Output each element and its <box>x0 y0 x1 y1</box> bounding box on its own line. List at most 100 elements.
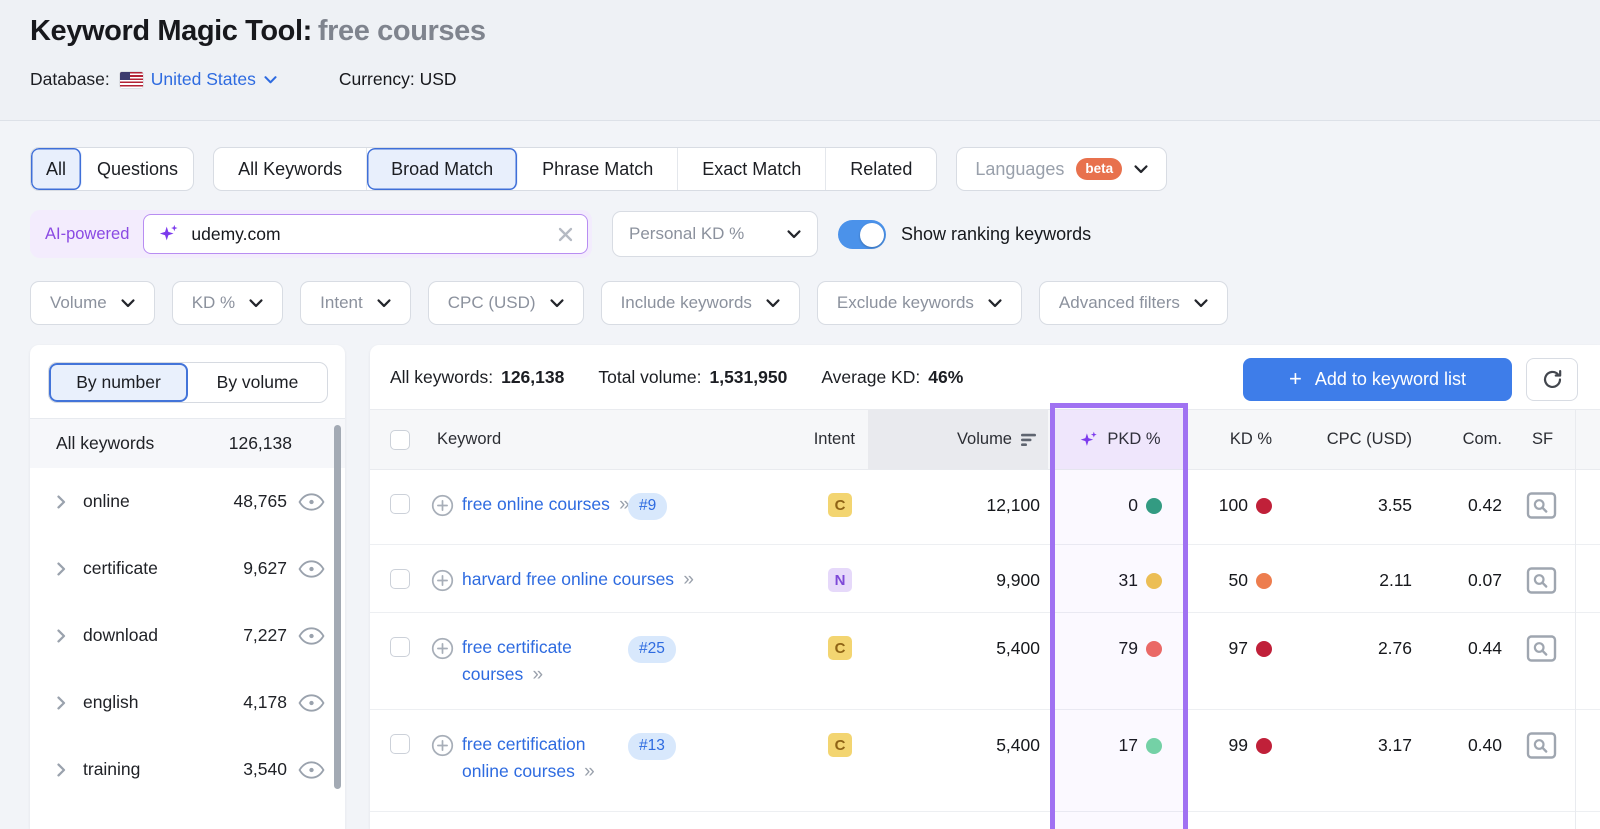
chevron-right-icon[interactable] <box>57 763 66 777</box>
match-type-tabs-row: AllQuestions All KeywordsBroad MatchPhra… <box>30 147 1167 191</box>
keyword-groups-list: online48,765certificate9,627download7,22… <box>30 468 345 803</box>
chevron-right-icon[interactable] <box>57 629 66 643</box>
chevron-right-icon[interactable] <box>57 562 66 576</box>
add-button-label: Add to keyword list <box>1315 369 1466 390</box>
row-checkbox[interactable] <box>390 569 410 589</box>
row-checkbox[interactable] <box>390 734 410 754</box>
expand-keyword-icon[interactable]: » <box>527 664 543 685</box>
keyword-group-english[interactable]: english4,178 <box>30 669 345 736</box>
add-keyword-button[interactable] <box>431 569 454 592</box>
ranking-position-badge[interactable]: #13 <box>628 733 676 760</box>
sidebar-sort-tabs: By numberBy volume <box>48 362 328 403</box>
filter-intent[interactable]: Intent <box>300 281 411 325</box>
add-keyword-button[interactable] <box>431 637 454 660</box>
tab-phrase-match[interactable]: Phrase Match <box>518 148 678 190</box>
sparkle-icon <box>1079 430 1099 450</box>
table-header: Keyword Intent Volume PKD % KD % CPC (US… <box>370 409 1600 470</box>
filter-kd[interactable]: KD % <box>172 281 283 325</box>
chevron-down-icon <box>249 299 263 308</box>
expand-keyword-icon[interactable]: » <box>579 761 595 782</box>
keyword-group-training[interactable]: training3,540 <box>30 736 345 803</box>
eye-icon[interactable] <box>298 560 325 578</box>
search-input[interactable]: udemy.com <box>143 214 588 254</box>
intent-badge-commercial: C <box>828 636 852 660</box>
col-com[interactable]: Com. <box>1402 430 1502 449</box>
serp-features-button[interactable] <box>1526 731 1557 760</box>
group-count: 9,627 <box>243 558 287 579</box>
eye-icon[interactable] <box>298 627 325 645</box>
table-row: free certificationonline courses »#13C5,… <box>370 710 1600 812</box>
tab-exact-match[interactable]: Exact Match <box>678 148 826 190</box>
chevron-right-icon[interactable] <box>57 495 66 509</box>
eye-icon[interactable] <box>298 761 325 779</box>
intent-badge-navigational: N <box>828 568 852 592</box>
sidebar-tab-by-number[interactable]: By number <box>49 363 188 402</box>
group-label: training <box>83 759 243 780</box>
col-cpc[interactable]: CPC (USD) <box>1290 430 1412 449</box>
col-pkd[interactable]: PKD % <box>1052 410 1188 469</box>
kd-difficulty-dot <box>1256 738 1272 754</box>
chevron-right-icon[interactable] <box>57 696 66 710</box>
sidebar-tab-by-volume[interactable]: By volume <box>188 363 327 402</box>
serp-features-button[interactable] <box>1526 491 1557 520</box>
col-volume[interactable]: Volume <box>868 410 1048 469</box>
sidebar-all-keywords[interactable]: All keywords 126,138 <box>30 419 345 468</box>
kd-value: 100 <box>1180 495 1248 516</box>
col-keyword[interactable]: Keyword <box>437 430 501 449</box>
filter-cpc-usd[interactable]: CPC (USD) <box>428 281 584 325</box>
filter-volume[interactable]: Volume <box>30 281 155 325</box>
expand-keyword-icon[interactable]: » <box>678 569 694 590</box>
tab-related[interactable]: Related <box>826 148 936 190</box>
add-keyword-button[interactable] <box>431 494 454 517</box>
tab-broad-match[interactable]: Broad Match <box>367 148 518 190</box>
refresh-button[interactable] <box>1526 358 1578 401</box>
database-selector[interactable]: United States <box>151 69 277 90</box>
serp-features-button[interactable] <box>1526 566 1557 595</box>
show-ranking-toggle[interactable] <box>838 220 886 249</box>
clear-search-icon[interactable] <box>558 227 573 242</box>
sidebar-scrollbar[interactable] <box>334 425 341 789</box>
filter-label: CPC (USD) <box>448 293 536 313</box>
pkd-value: 31 <box>1060 570 1138 591</box>
table-row: free certificatecourses »#25C5,40079972.… <box>370 613 1600 710</box>
filter-advanced-filters[interactable]: Advanced filters <box>1039 281 1228 325</box>
cpc-value: 3.55 <box>1290 495 1412 516</box>
row-checkbox[interactable] <box>390 637 410 657</box>
tab-questions[interactable]: Questions <box>82 148 193 190</box>
select-all-checkbox[interactable] <box>390 430 410 450</box>
tab-all-keywords[interactable]: All Keywords <box>214 148 367 190</box>
page-title: Keyword Magic Tool:free courses <box>30 15 486 48</box>
kd-value: 97 <box>1180 638 1248 659</box>
ranking-position-badge[interactable]: #25 <box>628 636 676 663</box>
col-kd[interactable]: KD % <box>1200 430 1272 449</box>
eye-icon[interactable] <box>298 493 325 511</box>
serp-features-button[interactable] <box>1526 634 1557 663</box>
languages-dropdown[interactable]: Languages beta <box>956 147 1167 191</box>
col-intent[interactable]: Intent <box>790 430 855 449</box>
keyword-link[interactable]: free online courses » <box>462 491 630 518</box>
kd-value: 50 <box>1180 570 1248 591</box>
eye-icon[interactable] <box>298 694 325 712</box>
keyword-link[interactable]: free certificatecourses » <box>462 634 572 688</box>
chevron-down-icon <box>787 230 801 239</box>
keyword-link[interactable]: harvard free online courses » <box>462 566 694 593</box>
filter-include-keywords[interactable]: Include keywords <box>601 281 800 325</box>
col-sf[interactable]: SF <box>1532 430 1553 449</box>
stat-total-volume: Total volume:1,531,950 <box>598 367 787 388</box>
add-keyword-button[interactable] <box>431 734 454 757</box>
personal-kd-dropdown[interactable]: Personal KD % <box>612 211 818 257</box>
filter-exclude-keywords[interactable]: Exclude keywords <box>817 281 1022 325</box>
pkd-difficulty-dot <box>1146 573 1162 589</box>
pkd-value: 17 <box>1060 735 1138 756</box>
keyword-group-online[interactable]: online48,765 <box>30 468 345 535</box>
keyword-group-certificate[interactable]: certificate9,627 <box>30 535 345 602</box>
keyword-link[interactable]: free certificationonline courses » <box>462 731 595 785</box>
ranking-position-badge[interactable]: #9 <box>628 493 667 520</box>
pinned-column-divider <box>1575 409 1576 829</box>
add-to-keyword-list-button[interactable]: + Add to keyword list <box>1243 358 1512 401</box>
tab-all[interactable]: All <box>31 148 82 190</box>
row-checkbox[interactable] <box>390 494 410 514</box>
group-count: 3,540 <box>243 759 287 780</box>
chevron-down-icon <box>988 299 1002 308</box>
keyword-group-download[interactable]: download7,227 <box>30 602 345 669</box>
